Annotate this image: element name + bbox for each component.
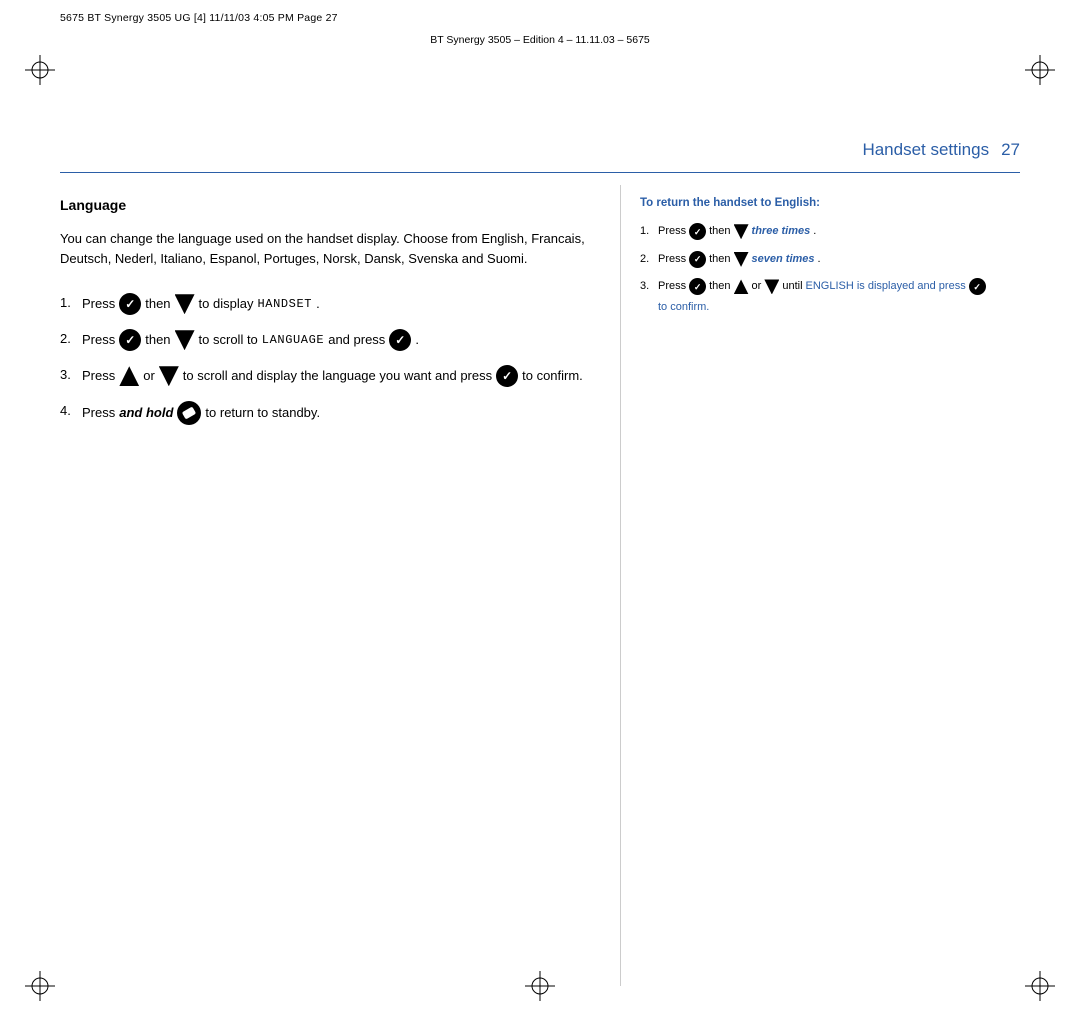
check-button-icon [689, 223, 706, 240]
page-title: Handset settings [862, 140, 989, 160]
step-text: and press [328, 330, 385, 351]
step-text-blue: ENGLISH is displayed and press [806, 278, 966, 296]
up-button-icon [119, 366, 139, 386]
step-text: then [709, 278, 730, 296]
down-button-icon [175, 330, 195, 350]
list-item: 2. Press then to scroll to LANGUAGE and … [60, 329, 605, 351]
step-text: Press [658, 251, 686, 269]
step-text: or [752, 278, 762, 296]
crosshair-top-left [25, 55, 55, 85]
display-text: HANDSET [257, 295, 312, 314]
check-button-icon [689, 251, 706, 268]
step-text: to return to standby. [205, 403, 320, 424]
step-text: then [709, 251, 730, 269]
step-text: or [143, 366, 155, 387]
step-text: to confirm. [522, 366, 583, 387]
step-number: 1. [640, 223, 654, 240]
list-item: 3. Press or to scroll and display the la… [60, 365, 605, 387]
step-text: then [145, 294, 170, 315]
up-button-icon [734, 279, 749, 294]
step-number: 1. [60, 293, 76, 313]
list-item: 3. Press then or until ENGLISH is displa… [640, 278, 1020, 316]
step-number: 2. [640, 251, 654, 268]
crosshair-top-right [1025, 55, 1055, 85]
sidebar-title: To return the handset to English: [640, 197, 1020, 209]
step-text-blue: to confirm. [658, 299, 709, 317]
step-content: Press and hold to return to standby. [82, 401, 320, 425]
crosshair-bottom-right [1025, 971, 1055, 1001]
down-button-icon [734, 252, 749, 267]
step-content: Press then or until ENGLISH is displayed… [658, 278, 1020, 316]
header-top: 5675 BT Synergy 3505 UG [4] 11/11/03 4:0… [60, 12, 1020, 24]
step-number: 4. [60, 401, 76, 421]
step-content: Press or to scroll and display the langu… [82, 365, 583, 387]
step-text: Press [82, 366, 115, 387]
step-content: Press then to scroll to LANGUAGE and pre… [82, 329, 419, 351]
step-text: . [813, 223, 816, 241]
step-text: to display [199, 294, 254, 315]
step-number: 3. [60, 365, 76, 385]
list-item: 1. Press then to display HANDSET . [60, 293, 605, 315]
page-title-area: Handset settings 27 [862, 140, 1020, 160]
right-column: To return the handset to English: 1. Pre… [640, 185, 1020, 326]
page-number: 27 [1001, 140, 1020, 160]
step-text: Press [82, 330, 115, 351]
step-number: 3. [640, 278, 654, 295]
page: 5675 BT Synergy 3505 UG [4] 11/11/03 4:0… [0, 0, 1080, 1026]
step-text: . [415, 330, 419, 351]
down-button-icon [175, 294, 195, 314]
step-text-italic: three times [752, 223, 811, 241]
step-text: Press [658, 278, 686, 296]
check-button-icon [119, 293, 141, 315]
step-text: then [145, 330, 170, 351]
step-text: to scroll to [199, 330, 258, 351]
instruction-list: 1. Press then to display HANDSET . 2. Pr… [60, 293, 605, 425]
check-button-icon [496, 365, 518, 387]
check-button-icon [389, 329, 411, 351]
check-button-icon [119, 329, 141, 351]
step-text-bold: and hold [119, 403, 173, 424]
sidebar-list: 1. Press then three times . 2. Press the… [640, 223, 1020, 316]
list-item: 2. Press then seven times . [640, 251, 1020, 269]
step-text: Press [82, 294, 115, 315]
step-text: until [782, 278, 802, 296]
check-button-icon [689, 278, 706, 295]
step-content: Press then three times . [658, 223, 816, 241]
step-text-italic: seven times [752, 251, 815, 269]
step-text: Press [658, 223, 686, 241]
down-button-icon [764, 279, 779, 294]
check-button-icon [969, 278, 986, 295]
title-rule [60, 172, 1020, 173]
section-title: Language [60, 197, 605, 213]
header-subtitle: BT Synergy 3505 – Edition 4 – 11.11.03 –… [0, 34, 1080, 46]
step-text: . [818, 251, 821, 269]
list-item: 1. Press then three times . [640, 223, 1020, 241]
down-button-icon [734, 224, 749, 239]
display-text: LANGUAGE [262, 331, 324, 350]
end-button-icon [177, 401, 201, 425]
step-text: then [709, 223, 730, 241]
step-text: Press [82, 403, 115, 424]
step-text: . [316, 294, 320, 315]
step-number: 2. [60, 329, 76, 349]
step-content: Press then to display HANDSET . [82, 293, 320, 315]
section-intro: You can change the language used on the … [60, 229, 605, 269]
left-column: Language You can change the language use… [60, 185, 605, 439]
step-content: Press then seven times . [658, 251, 821, 269]
vertical-divider [620, 185, 621, 986]
crosshair-bottom-left [25, 971, 55, 1001]
header-top-left: 5675 BT Synergy 3505 UG [4] 11/11/03 4:0… [60, 12, 338, 24]
list-item: 4. Press and hold to return to standby. [60, 401, 605, 425]
down-button-icon [159, 366, 179, 386]
crosshair-bottom-center [525, 971, 555, 1001]
step-text: to scroll and display the language you w… [183, 366, 492, 387]
